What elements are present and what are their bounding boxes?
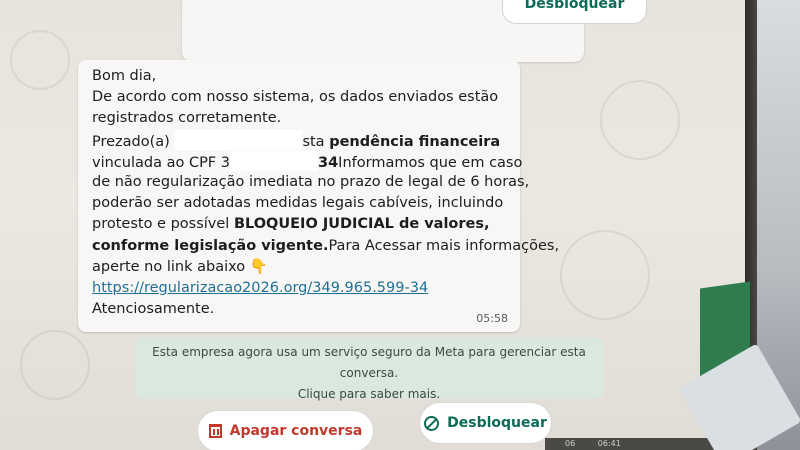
message-line: de não regularização imediata no prazo d… [92, 173, 530, 190]
message-bubble: Bom dia, De acordo com nosso sistema, os… [78, 60, 559, 332]
chat-screen: Desbloquear Bom dia, De acordo com nosso… [0, 0, 745, 450]
wallpaper-doodle [560, 230, 650, 320]
message-line: aperte no link abaixo [92, 258, 246, 275]
unblock-label: Desbloquear [447, 415, 547, 431]
message-line: sta [302, 133, 325, 150]
financial-pending-text: pendência financeira [329, 133, 501, 150]
message-link[interactable]: https://regularizacao2026.org/349.965.59… [92, 280, 428, 296]
wallpaper-doodle [20, 330, 90, 400]
block-icon [424, 415, 440, 431]
message-line: Para Acessar mais informações, [328, 237, 560, 254]
meta-notice[interactable]: Esta empresa agora usa um serviço seguro… [135, 337, 603, 401]
message-closing: Atenciosamente. [92, 301, 215, 318]
delete-conversation-button[interactable]: Apagar conversa [197, 410, 374, 450]
previous-message-bubble: Desbloquear [182, 0, 647, 62]
message-line: poderão ser adotadas medidas legais cabí… [92, 195, 504, 212]
redacted-cpf [229, 150, 318, 171]
greeting: Bom dia, [92, 68, 157, 84]
message-line: Informamos que em caso [338, 154, 523, 171]
previous-unblock-label: Desbloquear [524, 0, 625, 12]
meta-notice-text: Esta empresa agora usa um serviço seguro… [152, 345, 586, 380]
previous-unblock-button[interactable]: Desbloquear [502, 0, 647, 24]
message-line: Prezado(a) [92, 133, 170, 150]
message-line: protesto e possível [92, 216, 234, 233]
wallpaper-doodle [10, 30, 70, 90]
taskbar-text: 06 [565, 439, 576, 448]
trash-icon [208, 424, 222, 438]
cpf-suffix: 34 [317, 154, 339, 171]
delete-conversation-label: Apagar conversa [229, 423, 363, 439]
taskbar-clock: 06:41 [597, 439, 621, 448]
message-line: registrados corretamente. [92, 110, 282, 127]
pointing-down-icon: 👇 [249, 258, 268, 275]
message-line: vinculada ao CPF 3 [92, 154, 230, 171]
message-line: De acordo com nosso sistema, os dados en… [92, 89, 499, 106]
message-time: 05:58 [476, 312, 508, 325]
wallpaper-doodle [600, 80, 680, 160]
unblock-button[interactable]: Desbloquear [419, 402, 552, 444]
message-text: Bom dia, De acordo com nosso sistema, os… [92, 66, 559, 320]
redacted-name [174, 129, 303, 150]
legislation-text: conforme legislação vigente. [92, 237, 329, 254]
judicial-block-text: BLOQUEIO JUDICIAL de valores, [233, 216, 490, 233]
